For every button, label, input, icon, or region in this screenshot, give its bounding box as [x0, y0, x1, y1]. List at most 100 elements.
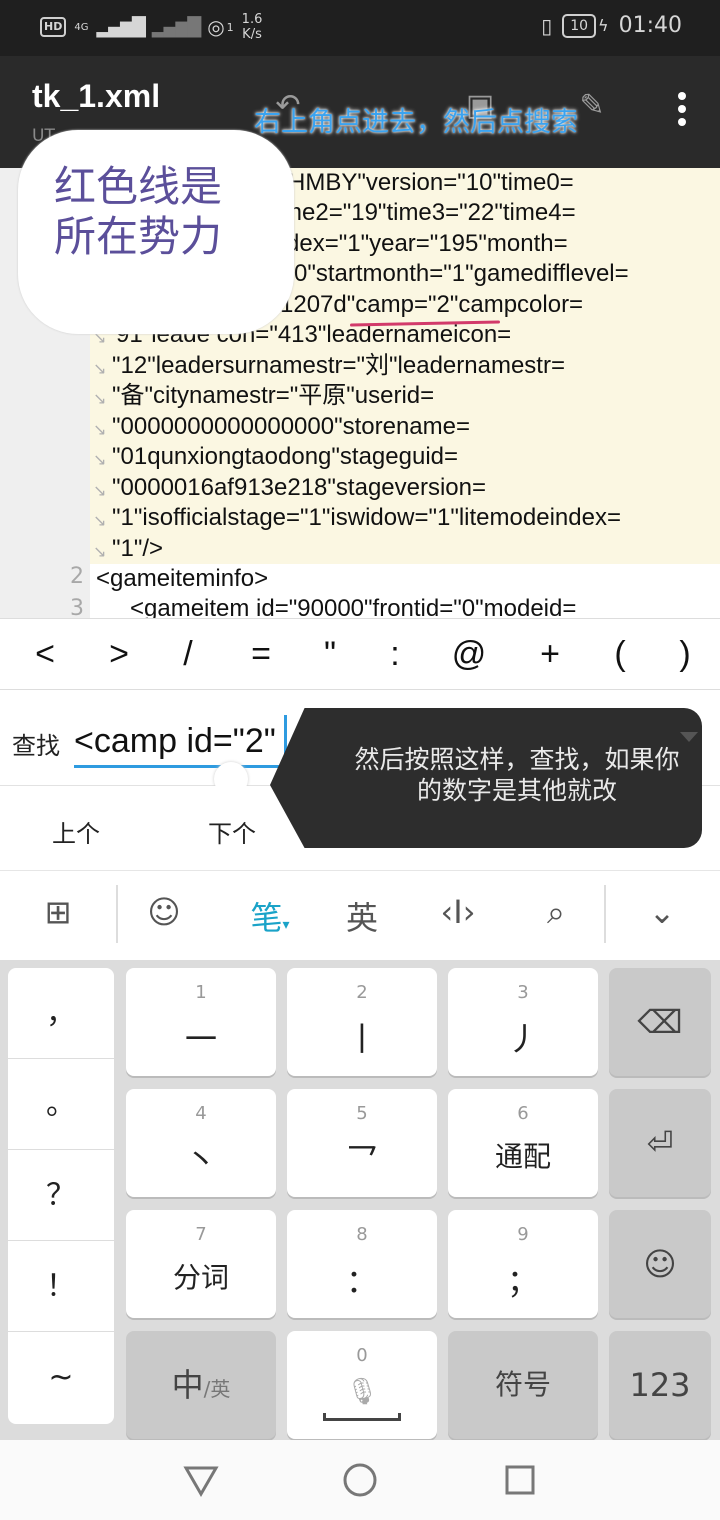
code-wrap-line: "备"citynamestr="平原"userid= — [112, 382, 435, 409]
chevron-down-icon[interactable]: ⌄ — [632, 893, 692, 931]
stroke-key-3[interactable]: 3 丿 — [448, 968, 598, 1076]
key-number: 8 — [356, 1224, 368, 1245]
punctuation-column: ， 。 ？ ！ ~ — [8, 968, 114, 1424]
stroke-key-5[interactable]: 5 乛 — [287, 1089, 437, 1197]
signal-icon: ▂▄▆█ — [96, 16, 145, 38]
symbol-key[interactable]: ( — [590, 635, 650, 674]
backspace-key[interactable]: ⌫ — [609, 968, 711, 1076]
emoji-icon: ☺ — [643, 1245, 677, 1283]
wrap-marker-icon: ↘ — [93, 420, 107, 439]
space-key[interactable]: 0 🎙 — [287, 1331, 437, 1439]
wrap-marker-icon: ↘ — [93, 450, 107, 469]
stroke-key-4[interactable]: 4 丶 — [126, 1089, 276, 1197]
symbols-label: 符号 — [494, 1368, 551, 1401]
cursor-icon[interactable]: ‹I› — [428, 893, 488, 931]
signal-icon-2: ▂▄▆█ — [151, 16, 201, 38]
key-number: 9 — [517, 1224, 529, 1245]
line-number: 3 — [70, 596, 84, 618]
hd-badge: HD — [40, 17, 67, 37]
symbols-key[interactable]: 符号 — [448, 1331, 598, 1439]
wifi-num: 1 — [226, 20, 234, 34]
symbol-row: < > / = " : @ + ( ) — [0, 618, 720, 690]
wildcard-key[interactable]: 6 通配 — [448, 1089, 598, 1197]
find-input[interactable] — [74, 718, 294, 768]
key-label: 丨 — [345, 1020, 378, 1058]
key-label: 乛 — [345, 1141, 378, 1179]
key-number: 7 — [195, 1224, 207, 1245]
net-speed-unit: K/s — [242, 27, 262, 42]
previous-match-button[interactable]: 上个 — [52, 814, 100, 849]
code-wrap-line: "01qunxiongtaodong"stageguid= — [112, 443, 459, 470]
next-match-button[interactable]: 下个 — [208, 814, 256, 849]
caret-down-icon: ▾ — [282, 917, 290, 933]
stroke-mode-button[interactable]: 笔▾ — [240, 893, 300, 939]
key-number: 4 — [195, 1103, 207, 1124]
code-wrap-line: "0000016af913e218"stageversion= — [112, 474, 487, 501]
find-label: 查找 — [12, 732, 60, 760]
punct-key[interactable]: ~ — [8, 1332, 114, 1423]
stroke-key-1[interactable]: 1 一 — [126, 968, 276, 1076]
stroke-mode-label: 笔 — [250, 899, 283, 937]
wrap-marker-icon: ↘ — [93, 389, 107, 408]
enter-key[interactable]: ⏎ — [609, 1089, 711, 1197]
stroke-key-2[interactable]: 2 丨 — [287, 968, 437, 1076]
overflow-menu-icon[interactable] — [678, 92, 686, 131]
dropdown-arrow-icon[interactable] — [680, 732, 698, 742]
symbol-key[interactable]: @ — [439, 635, 499, 674]
wifi-icon: ◎ — [207, 15, 225, 39]
status-right: ▯ 10 ϟ 01:40 — [541, 13, 682, 38]
semicolon-key[interactable]: 9 ； — [448, 1210, 598, 1318]
home-icon[interactable] — [342, 1462, 378, 1498]
keyboard: ， 。 ？ ！ ~ 1 一 2 丨 3 丿 ⌫ 4 丶 5 乛 6 通配 ⏎ 7… — [0, 960, 720, 1440]
punct-key[interactable]: ？ — [8, 1150, 114, 1241]
emoji-icon[interactable]: ☺ — [134, 893, 194, 931]
numbers-key[interactable]: 123 — [609, 1331, 711, 1439]
grid-icon[interactable]: ⊞ — [28, 893, 88, 931]
symbol-key[interactable]: : — [365, 635, 425, 674]
annotation-bubble: 红色线是 所在势力 — [18, 130, 294, 334]
english-mode-button[interactable]: 英 — [332, 893, 392, 939]
code-wrap-line: me2="19"time3="22"time4= — [282, 199, 576, 226]
bubble-line: 红色线是 — [54, 162, 223, 211]
symbol-key[interactable]: ) — [655, 635, 715, 674]
zh-en-switch-key[interactable]: 中/英 — [126, 1331, 276, 1439]
key-label: 分词 — [172, 1261, 229, 1294]
key-number: 1 — [195, 982, 207, 1003]
divider — [604, 885, 606, 943]
punct-key[interactable]: ， — [8, 968, 114, 1059]
emoji-key[interactable]: ☺ — [609, 1210, 711, 1318]
file-title: tk_1.xml — [32, 78, 161, 114]
symbol-key[interactable]: = — [231, 635, 291, 674]
colon-key[interactable]: 8 ： — [287, 1210, 437, 1318]
status-left: HD 4G ▂▄▆█ ▂▄▆█ ◎ 1 1.6 K/s — [40, 12, 262, 42]
code-wrap-line: "12"leadersurnamestr="刘"leadernamestr= — [112, 352, 565, 379]
punct-key[interactable]: 。 — [8, 1059, 114, 1150]
key-label: ； — [506, 1262, 539, 1300]
recents-icon[interactable] — [504, 1464, 536, 1496]
symbol-key[interactable]: < — [15, 635, 75, 674]
symbol-key[interactable]: " — [300, 635, 360, 674]
punct-key[interactable]: ！ — [8, 1241, 114, 1332]
annotation-top: 右上角点进去，然后点搜索 — [254, 107, 578, 138]
key-number: 6 — [517, 1103, 529, 1124]
symbol-key[interactable]: + — [520, 635, 580, 674]
zh-label: 中 — [171, 1366, 204, 1404]
symbol-key[interactable]: > — [89, 635, 149, 674]
key-label: 通配 — [494, 1140, 551, 1173]
annotation-tooltip-text: 然后按照这样，查找，如果你的数字是其他就改 — [354, 745, 680, 805]
network-type: 4G — [74, 21, 89, 33]
edit-icon[interactable]: ✎ — [572, 86, 612, 126]
key-label: 丶 — [184, 1141, 217, 1179]
key-number: 0 — [356, 1345, 368, 1366]
segment-key[interactable]: 7 分词 — [126, 1210, 276, 1318]
microphone-icon: 🎙 — [345, 1377, 379, 1407]
back-icon[interactable] — [182, 1462, 220, 1498]
search-icon[interactable]: ⌕ — [526, 893, 586, 932]
system-nav-bar — [0, 1440, 720, 1520]
key-number: 3 — [517, 982, 529, 1003]
symbol-key[interactable]: / — [158, 635, 218, 674]
code-line-2: <gameiteminfo> — [96, 565, 269, 592]
key-number: 5 — [356, 1103, 368, 1124]
backspace-icon: ⌫ — [637, 1003, 683, 1041]
key-number: 2 — [356, 982, 368, 1003]
